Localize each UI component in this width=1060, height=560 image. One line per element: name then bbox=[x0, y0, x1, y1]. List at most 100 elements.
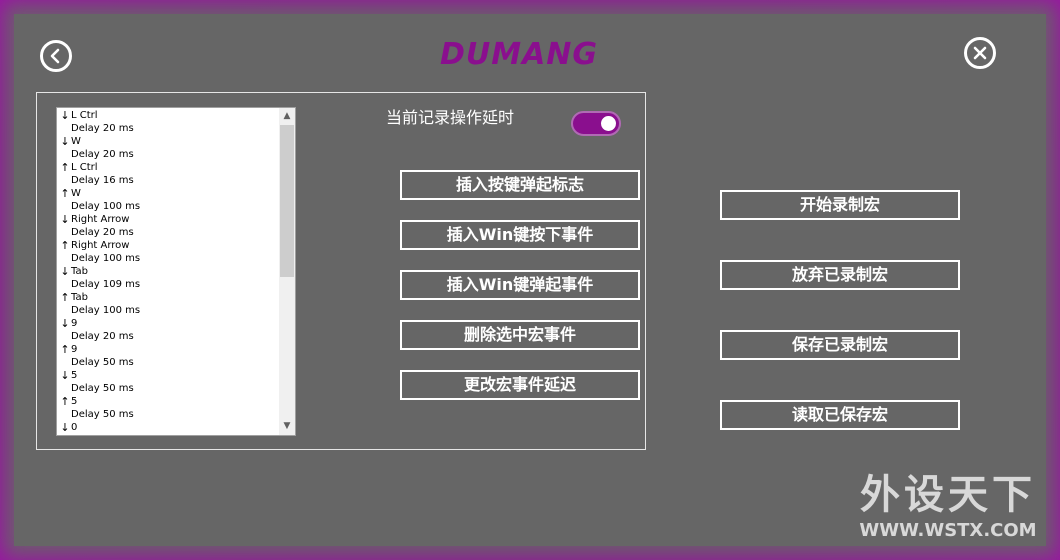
list-item[interactable]: Delay 100 ms bbox=[59, 252, 277, 265]
change-delay-button[interactable]: 更改宏事件延迟 bbox=[400, 370, 640, 400]
load-saved-button[interactable]: 读取已保存宏 bbox=[720, 400, 960, 430]
list-item-label: Tab bbox=[71, 292, 88, 303]
list-item[interactable]: ↓ W bbox=[59, 135, 277, 148]
list-item[interactable]: ↓ 9 bbox=[59, 317, 277, 330]
insert-win-down-button[interactable]: 插入Win键按下事件 bbox=[400, 220, 640, 250]
list-item[interactable]: ↓ 5 bbox=[59, 369, 277, 382]
list-item[interactable]: Delay 50 ms bbox=[59, 408, 277, 421]
list-item[interactable]: Delay 100 ms bbox=[59, 200, 277, 213]
record-delay-toggle[interactable] bbox=[571, 111, 621, 136]
key-up-arrow-icon: ↑ bbox=[60, 395, 70, 408]
dumang-logo: DUMANG bbox=[439, 37, 599, 72]
close-x-icon bbox=[973, 46, 987, 60]
key-up-arrow-icon: ↑ bbox=[60, 239, 70, 252]
delete-selected-button[interactable]: 删除选中宏事件 bbox=[400, 320, 640, 350]
list-item[interactable]: Delay 20 ms bbox=[59, 226, 277, 239]
list-item[interactable]: Delay 100 ms bbox=[59, 304, 277, 317]
list-item-label: 9 bbox=[71, 344, 78, 355]
list-item-label: Right Arrow bbox=[71, 214, 130, 225]
list-item[interactable]: ↓ Right Arrow bbox=[59, 213, 277, 226]
watermark-text: 外设天下 bbox=[860, 472, 1036, 518]
list-item-label: 0 bbox=[71, 422, 78, 433]
list-item-label: Delay 20 ms bbox=[71, 123, 134, 134]
list-item[interactable]: ↓ L Ctrl bbox=[59, 109, 277, 122]
back-arrow-icon bbox=[50, 48, 60, 64]
list-item-label: L Ctrl bbox=[71, 110, 98, 121]
list-item[interactable]: ↑ L Ctrl bbox=[59, 161, 277, 174]
list-item-label: Delay 20 ms bbox=[71, 331, 134, 342]
list-item[interactable]: Delay 20 ms bbox=[59, 330, 277, 343]
list-item-label: Delay 109 ms bbox=[71, 279, 141, 290]
list-item[interactable]: ↑ Right Arrow bbox=[59, 239, 277, 252]
list-item-label: W bbox=[71, 188, 81, 199]
list-item[interactable]: ↑ Tab bbox=[59, 291, 277, 304]
list-item-label: 9 bbox=[71, 318, 78, 329]
save-record-button[interactable]: 保存已录制宏 bbox=[720, 330, 960, 360]
toggle-knob bbox=[601, 116, 616, 131]
list-item-label: Delay 50 ms bbox=[71, 383, 134, 394]
insert-win-up-button[interactable]: 插入Win键弹起事件 bbox=[400, 270, 640, 300]
list-item-label: Delay 50 ms bbox=[71, 409, 134, 420]
close-button[interactable] bbox=[964, 37, 996, 69]
macro-event-list[interactable]: ↓ L Ctrl Delay 20 ms ↓ W Delay 20 ms ↑ L Ctrl De… bbox=[56, 107, 296, 436]
key-down-arrow-icon: ↓ bbox=[60, 213, 70, 226]
list-item[interactable]: ↓ Tab bbox=[59, 265, 277, 278]
key-down-arrow-icon: ↓ bbox=[60, 317, 70, 330]
key-up-arrow-icon: ↑ bbox=[60, 187, 70, 200]
event-list-items: ↓ L Ctrl Delay 20 ms ↓ W Delay 20 ms ↑ L Ctrl De… bbox=[59, 109, 277, 434]
list-item-label: Delay 50 ms bbox=[71, 357, 134, 368]
list-item[interactable]: Delay 50 ms bbox=[59, 382, 277, 395]
key-down-arrow-icon: ↓ bbox=[60, 135, 70, 148]
watermark-url: WWW.WSTX.COM bbox=[859, 520, 1037, 541]
list-item[interactable]: ↑ 9 bbox=[59, 343, 277, 356]
key-up-arrow-icon: ↑ bbox=[60, 161, 70, 174]
list-item[interactable]: Delay 16 ms bbox=[59, 174, 277, 187]
list-scrollbar[interactable]: ▲ ▼ bbox=[279, 108, 295, 435]
list-item-label: 5 bbox=[71, 370, 78, 381]
key-down-arrow-icon: ↓ bbox=[60, 369, 70, 382]
key-down-arrow-icon: ↓ bbox=[60, 265, 70, 278]
list-item[interactable]: Delay 20 ms bbox=[59, 122, 277, 135]
list-item-label: W bbox=[71, 136, 81, 147]
discard-record-button[interactable]: 放弃已录制宏 bbox=[720, 260, 960, 290]
key-up-arrow-icon: ↑ bbox=[60, 343, 70, 356]
list-item[interactable]: Delay 109 ms bbox=[59, 278, 277, 291]
scroll-up-icon[interactable]: ▲ bbox=[279, 108, 295, 125]
list-item-label: Tab bbox=[71, 266, 88, 277]
list-item[interactable]: ↑ W bbox=[59, 187, 277, 200]
list-item-label: Delay 20 ms bbox=[71, 149, 134, 160]
list-item[interactable]: ↑ 5 bbox=[59, 395, 277, 408]
list-item[interactable]: ↓ 0 bbox=[59, 421, 277, 434]
list-item-label: Delay 16 ms bbox=[71, 175, 134, 186]
key-down-arrow-icon: ↓ bbox=[60, 421, 70, 434]
insert-release-flag-button[interactable]: 插入按键弹起标志 bbox=[400, 170, 640, 200]
list-item-label: Delay 100 ms bbox=[71, 305, 141, 316]
back-button[interactable] bbox=[40, 40, 72, 72]
key-up-arrow-icon: ↑ bbox=[60, 291, 70, 304]
list-item[interactable]: Delay 20 ms bbox=[59, 148, 277, 161]
key-down-arrow-icon: ↓ bbox=[60, 109, 70, 122]
list-item[interactable]: Delay 50 ms bbox=[59, 356, 277, 369]
scroll-down-icon[interactable]: ▼ bbox=[279, 418, 295, 435]
start-record-button[interactable]: 开始录制宏 bbox=[720, 190, 960, 220]
record-delay-label: 当前记录操作延时 bbox=[386, 108, 515, 127]
list-item-label: 5 bbox=[71, 396, 78, 407]
list-item-label: Right Arrow bbox=[71, 240, 130, 251]
list-item-label: Delay 100 ms bbox=[71, 201, 141, 212]
scroll-thumb[interactable] bbox=[280, 125, 294, 277]
list-item-label: Delay 100 ms bbox=[71, 253, 141, 264]
list-item-label: Delay 20 ms bbox=[71, 227, 134, 238]
list-item-label: L Ctrl bbox=[71, 162, 98, 173]
